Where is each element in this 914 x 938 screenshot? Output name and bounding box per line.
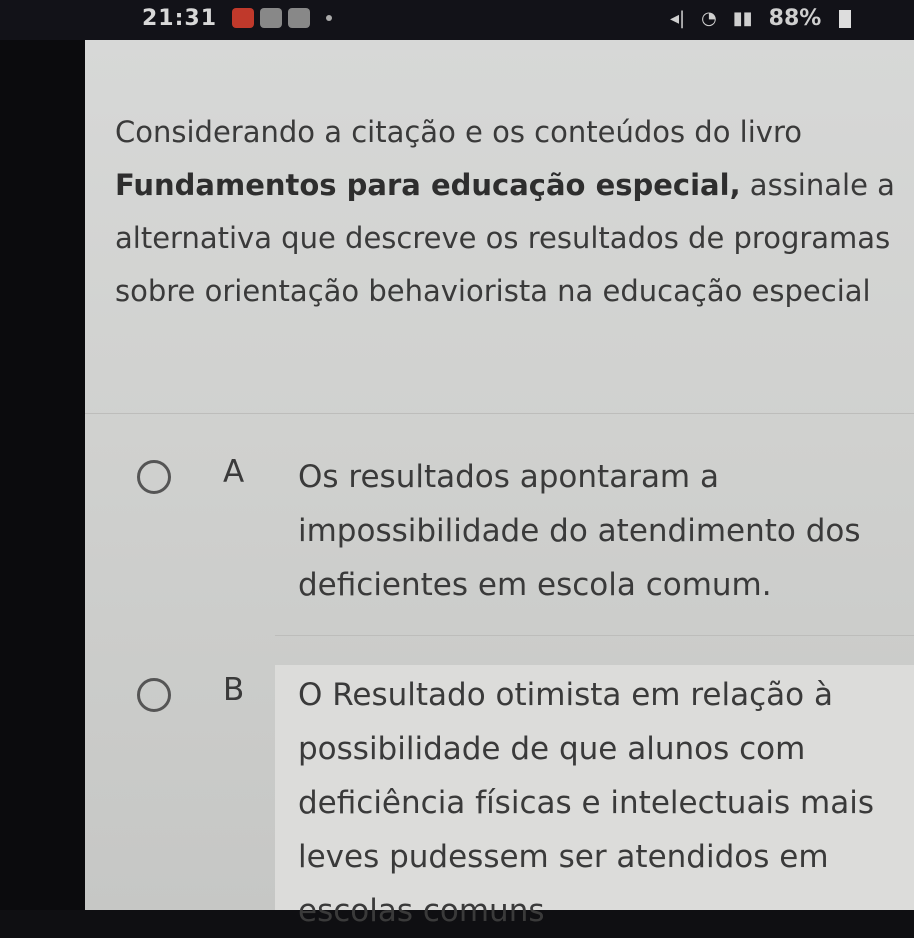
message-notification-icon	[260, 8, 282, 28]
option-b-text: O Resultado otimista em relação à possib…	[298, 677, 875, 929]
battery-icon	[839, 9, 852, 28]
cloud-notification-icon	[288, 8, 310, 28]
vibrate-icon: ◂|	[670, 8, 686, 29]
question-card: Considerando a citação e os conteúdos do…	[85, 40, 914, 929]
divider	[275, 635, 914, 636]
option-a-radio[interactable]	[137, 460, 171, 494]
option-a[interactable]: A Os resultados apontaram a impossibilid…	[133, 454, 913, 630]
app-notification-icon	[232, 8, 254, 28]
status-bar: 21:31 ◂| ◔ ▮▮ 88%	[0, 0, 914, 40]
option-a-letter: A	[223, 454, 245, 490]
more-notifications-icon	[326, 15, 332, 21]
option-b[interactable]: B O Resultado otimista em relação à poss…	[133, 672, 913, 929]
option-b-letter: B	[223, 672, 245, 708]
question-text-part1: Considerando a citação e os conteúdos do…	[115, 115, 802, 149]
wifi-icon: ◔	[701, 8, 717, 29]
system-status: ◂| ◔ ▮▮ 88%	[670, 6, 852, 31]
book-title: Fundamentos para educação especial,	[115, 168, 741, 202]
option-a-text: Os resultados apontaram a impossibilidad…	[298, 459, 861, 603]
option-b-radio[interactable]	[137, 678, 171, 712]
divider	[85, 413, 914, 414]
battery-percentage: 88%	[768, 6, 822, 31]
question-text: Considerando a citação e os conteúdos do…	[115, 106, 895, 318]
notification-icons	[232, 8, 332, 28]
left-edge	[0, 40, 85, 910]
status-time: 21:31	[142, 6, 218, 31]
signal-icon: ▮▮	[732, 8, 753, 29]
